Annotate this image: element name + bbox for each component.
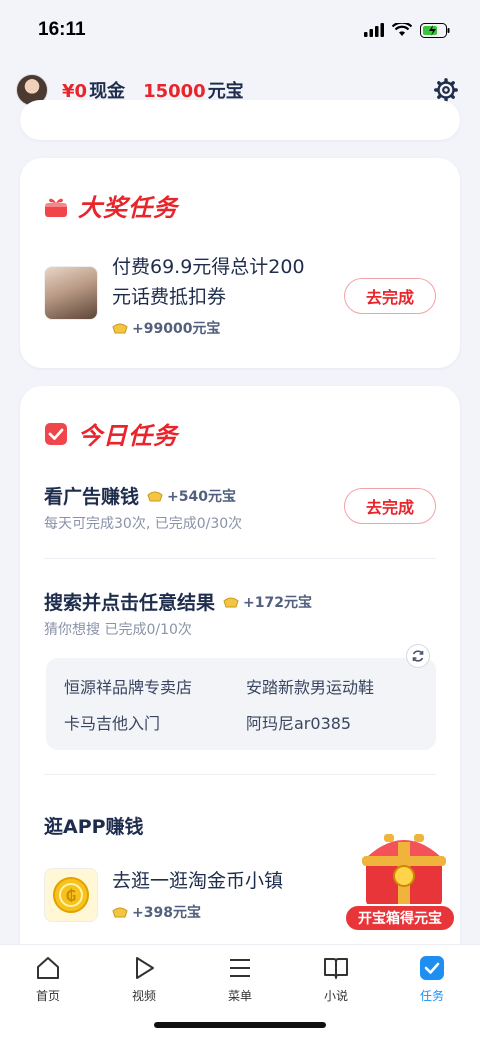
gold-coin-icon: ₲ [44,868,98,922]
checkbox-icon [45,422,67,445]
treasure-chest[interactable]: 开宝箱得元宝 [340,822,464,936]
svg-text:₲: ₲ [66,887,76,905]
ad-task-reward: +540元宝 [147,486,236,506]
big-prize-card: 大奖任务 付费69.9元得总计200 元话费抵扣券 +99000元宝 去完成 [20,158,460,368]
big-prize-task-text: 付费69.9元得总计200 元话费抵扣券 +99000元宝 [112,252,305,338]
task-thumbnail [44,266,98,320]
settings-gear-icon[interactable] [434,78,458,102]
book-icon [324,958,348,979]
tab-label: 菜单 [227,989,252,1003]
search-task[interactable]: 搜索并点击任意结果 +172元宝 猜你想搜 已完成0/10次 [44,588,436,639]
menu-icon [230,959,250,977]
task-title-line1: 付费69.9元得总计200 [112,256,305,278]
task-title-line2: 元话费抵扣券 [112,286,227,308]
coin-amount: 15000 [143,81,206,102]
home-indicator[interactable] [154,1022,326,1028]
task-check-icon [420,956,444,980]
previous-card-bottom [20,100,460,140]
chest-label: 开宝箱得元宝 [344,904,456,932]
refresh-icon[interactable] [406,644,430,668]
ingot-icon [112,323,128,334]
play-icon [136,957,154,979]
app-task-reward: +398元宝 [112,902,201,922]
tab-home[interactable]: 首页 [0,945,96,1039]
search-suggestions: 恒源祥品牌专卖店 安踏新款男运动鞋 卡马吉他入门 阿玛尼ar0385 [46,644,436,750]
search-task-title: 搜索并点击任意结果 [44,592,216,614]
status-time: 16:11 [38,19,86,40]
search-keyword[interactable]: 阿玛尼ar0385 [246,710,351,734]
home-icon [37,957,59,979]
today-title: 今日任务 [78,422,178,450]
divider [44,774,436,775]
ad-task-title: 看广告赚钱 [44,486,140,508]
divider [44,558,436,559]
tab-label: 视频 [131,989,156,1003]
tab-tasks[interactable]: 任务 [384,945,480,1039]
tab-label: 小说 [323,989,348,1003]
big-prize-go-button[interactable]: 去完成 [344,278,436,314]
app-section-title: 逛APP赚钱 [44,816,144,838]
ingot-icon [147,491,163,501]
search-keyword[interactable]: 卡马吉他入门 [64,710,160,734]
search-keyword[interactable]: 恒源祥品牌专卖店 [64,674,192,698]
status-bar: 16:11 [0,0,480,60]
app-task-text: 去逛一逛淘金币小镇 +398元宝 [112,866,283,922]
gift-icon [45,198,67,217]
battery-icon [420,22,450,38]
app-task-title: 去逛一逛淘金币小镇 [112,870,284,892]
ad-task-go-button[interactable]: 去完成 [344,488,436,524]
search-keyword[interactable]: 安踏新款男运动鞋 [246,674,374,698]
wifi-icon [392,23,412,36]
search-task-progress: 猜你想搜 已完成0/10次 [44,622,192,638]
ingot-icon [112,907,128,918]
big-prize-header: 大奖任务 [20,158,460,223]
search-task-reward: +172元宝 [223,592,312,612]
status-icons [364,22,450,38]
big-prize-title: 大奖任务 [78,194,178,222]
today-header: 今日任务 [20,386,460,451]
tab-label: 任务 [419,989,444,1003]
ingot-icon [223,597,239,607]
cash-amount: ¥0 [62,81,88,102]
task-reward: +99000元宝 [112,318,220,338]
tab-label: 首页 [35,989,60,1003]
treasure-chest-icon [362,834,446,908]
big-prize-task[interactable]: 付费69.9元得总计200 元话费抵扣券 +99000元宝 去完成 [20,252,460,342]
signal-icon [364,23,384,37]
